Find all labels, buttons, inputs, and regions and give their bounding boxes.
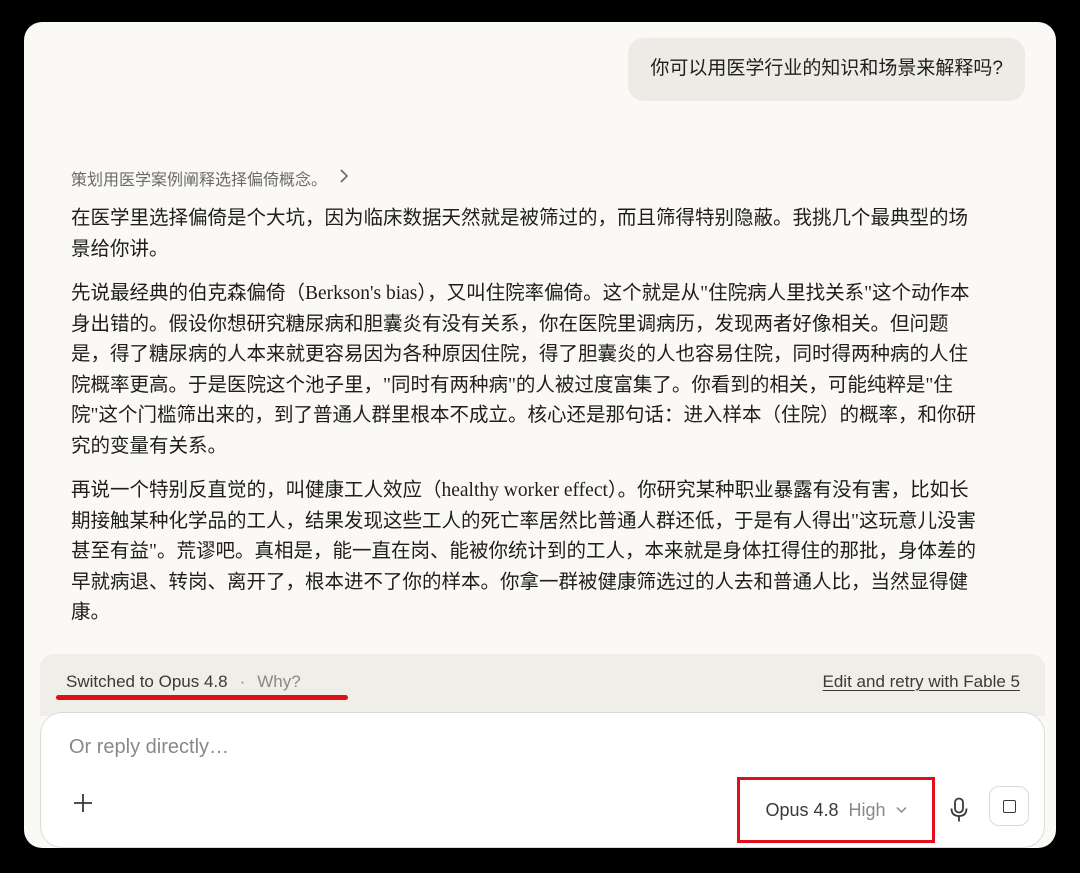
response-paragraph: 再说一个特别反直觉的，叫健康工人效应（healthy worker effect…	[71, 480, 976, 623]
chevron-right-icon	[339, 168, 349, 188]
microphone-icon	[950, 797, 968, 822]
thinking-summary-toggle[interactable]: 策划用医学案例阐释选择偏倚概念。	[71, 166, 349, 190]
switched-model-label: Switched to Opus 4.8	[66, 672, 228, 691]
thinking-summary-text: 策划用医学案例阐释选择偏倚概念。	[71, 172, 328, 189]
response-paragraph: 在医学里选择偏倚是个大坑，因为临床数据天然就是被筛过的，而且筛得特别隐蔽。我挑几…	[71, 208, 969, 260]
model-selector[interactable]: Opus 4.8 High	[737, 777, 935, 843]
reply-composer: Opus 4.8 High	[40, 712, 1045, 848]
chevron-down-icon	[896, 803, 907, 817]
plus-icon	[74, 794, 92, 812]
stop-icon	[1002, 799, 1016, 813]
switch-notice-left: Switched to Opus 4.8 · Why?	[66, 672, 301, 692]
model-switch-notice: Switched to Opus 4.8 · Why? Edit and ret…	[40, 654, 1045, 716]
effort-level: High	[848, 799, 886, 820]
assistant-response: 在医学里选择偏倚是个大坑，因为临床数据天然就是被筛过的，而且筛得特别隐蔽。我挑几…	[71, 204, 981, 643]
annotation-red-underline	[56, 695, 348, 700]
user-message-text: 你可以用医学行业的知识和场景来解释吗?	[650, 58, 1003, 79]
reply-input[interactable]	[67, 735, 671, 760]
model-name: Opus 4.8	[765, 799, 839, 820]
why-link[interactable]: Why?	[257, 672, 300, 692]
response-paragraph: 先说最经典的伯克森偏倚（Berkson's bias），又叫住院率偏倚。这个就是…	[71, 283, 976, 457]
user-message-bubble: 你可以用医学行业的知识和场景来解释吗?	[628, 38, 1025, 101]
chat-window: 你可以用医学行业的知识和场景来解释吗? 策划用医学案例阐释选择偏倚概念。 在医学…	[24, 22, 1056, 848]
stop-button[interactable]	[989, 786, 1029, 826]
microphone-button[interactable]	[949, 797, 969, 823]
edit-retry-link[interactable]: Edit and retry with Fable 5	[823, 672, 1020, 692]
add-attachment-button[interactable]	[69, 791, 97, 819]
separator-dot: ·	[239, 672, 246, 691]
